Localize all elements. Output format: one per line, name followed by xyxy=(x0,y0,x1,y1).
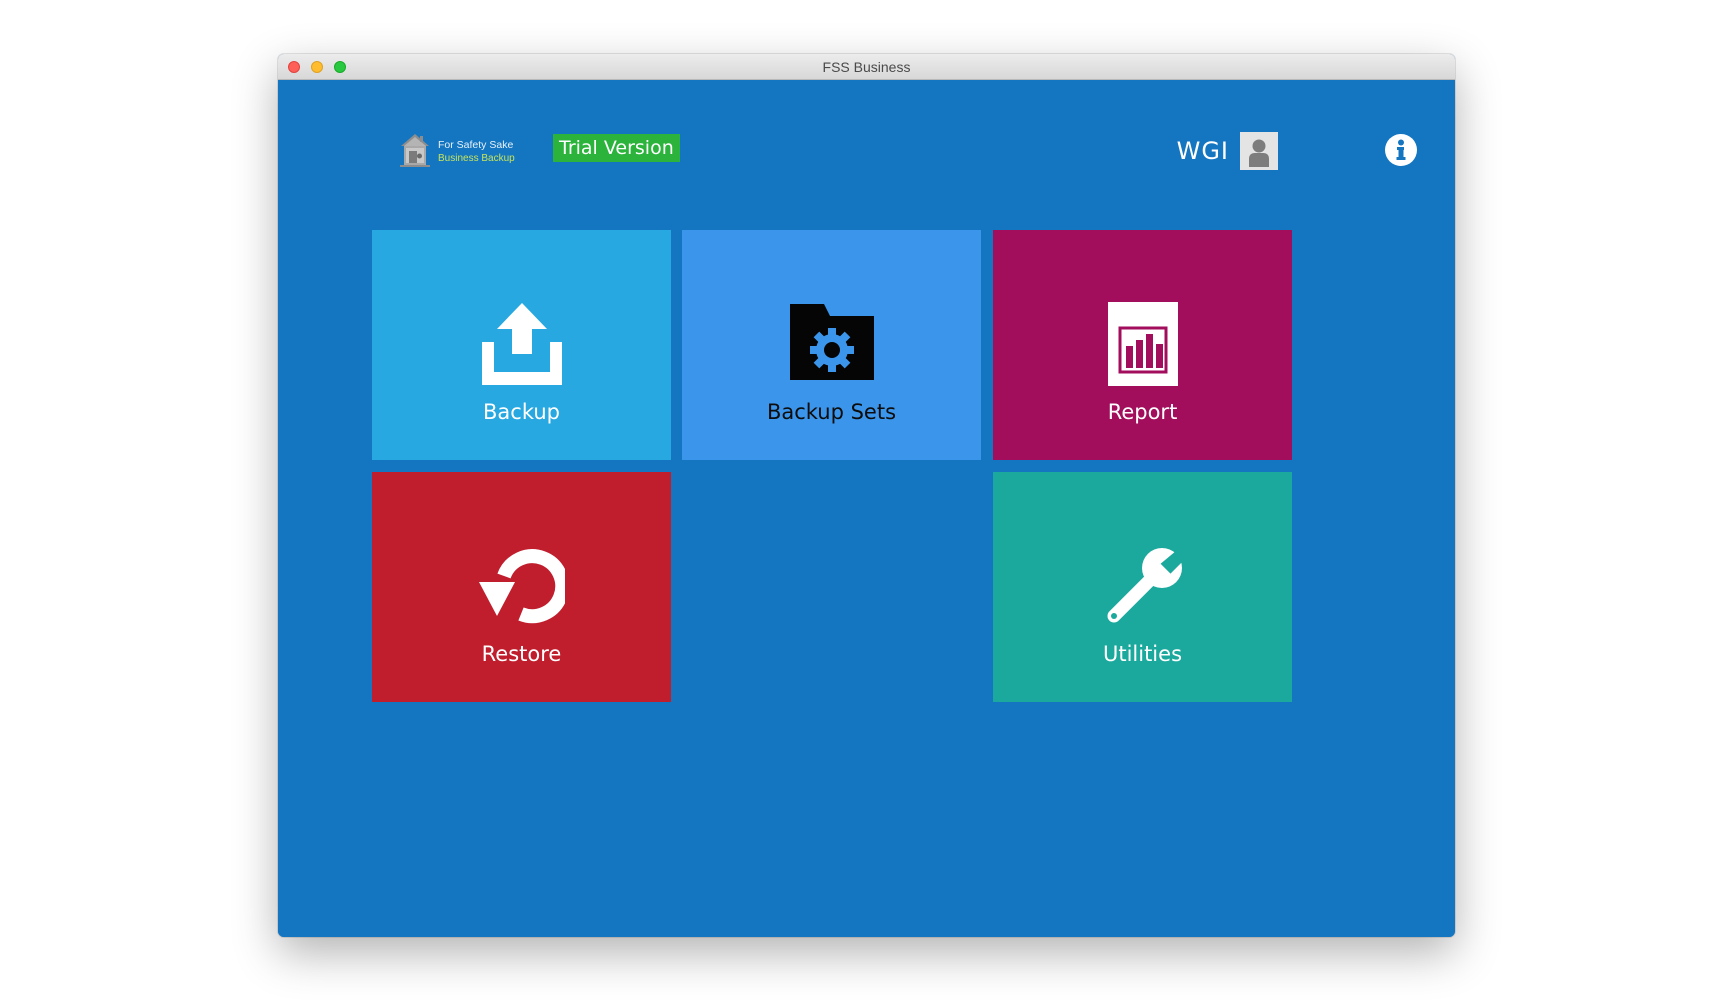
trial-version-badge: Trial Version xyxy=(553,134,680,162)
backup-sets-tile[interactable]: Backup Sets xyxy=(682,230,981,460)
report-tile[interactable]: Report xyxy=(993,230,1292,460)
app-window: FSS Business For Safety Sake Business Ba… xyxy=(278,54,1455,937)
utilities-tile[interactable]: Utilities xyxy=(993,472,1292,702)
title-bar[interactable]: FSS Business xyxy=(278,54,1455,80)
backup-tile-label: Backup xyxy=(483,400,560,424)
restore-tile-label: Restore xyxy=(481,642,562,666)
window-title: FSS Business xyxy=(822,59,911,75)
info-icon xyxy=(1385,134,1417,166)
logo-text-line1: For Safety Sake xyxy=(438,139,514,151)
app-logo: For Safety Sake Business Backup xyxy=(398,131,518,169)
folder-gear-icon xyxy=(789,304,874,380)
report-tile-label: Report xyxy=(1107,400,1178,424)
avatar[interactable] xyxy=(1240,132,1278,170)
user-name[interactable]: WGI xyxy=(1177,135,1229,167)
bar-chart-icon xyxy=(1107,302,1178,386)
house-vault-icon xyxy=(400,134,430,167)
upload-tray-icon xyxy=(481,303,562,385)
logo-text-line2: Business Backup xyxy=(438,153,515,164)
restore-tile[interactable]: Restore xyxy=(372,472,671,702)
user-silhouette-icon xyxy=(1240,132,1278,170)
wrench-icon xyxy=(1107,548,1186,623)
utilities-tile-label: Utilities xyxy=(1102,642,1183,666)
main-content: For Safety Sake Business Backup Trial Ve… xyxy=(278,80,1455,937)
restore-arrow-icon xyxy=(478,549,565,624)
backup-sets-tile-label: Backup Sets xyxy=(766,400,897,424)
info-button[interactable] xyxy=(1384,133,1418,167)
backup-tile[interactable]: Backup xyxy=(372,230,671,460)
